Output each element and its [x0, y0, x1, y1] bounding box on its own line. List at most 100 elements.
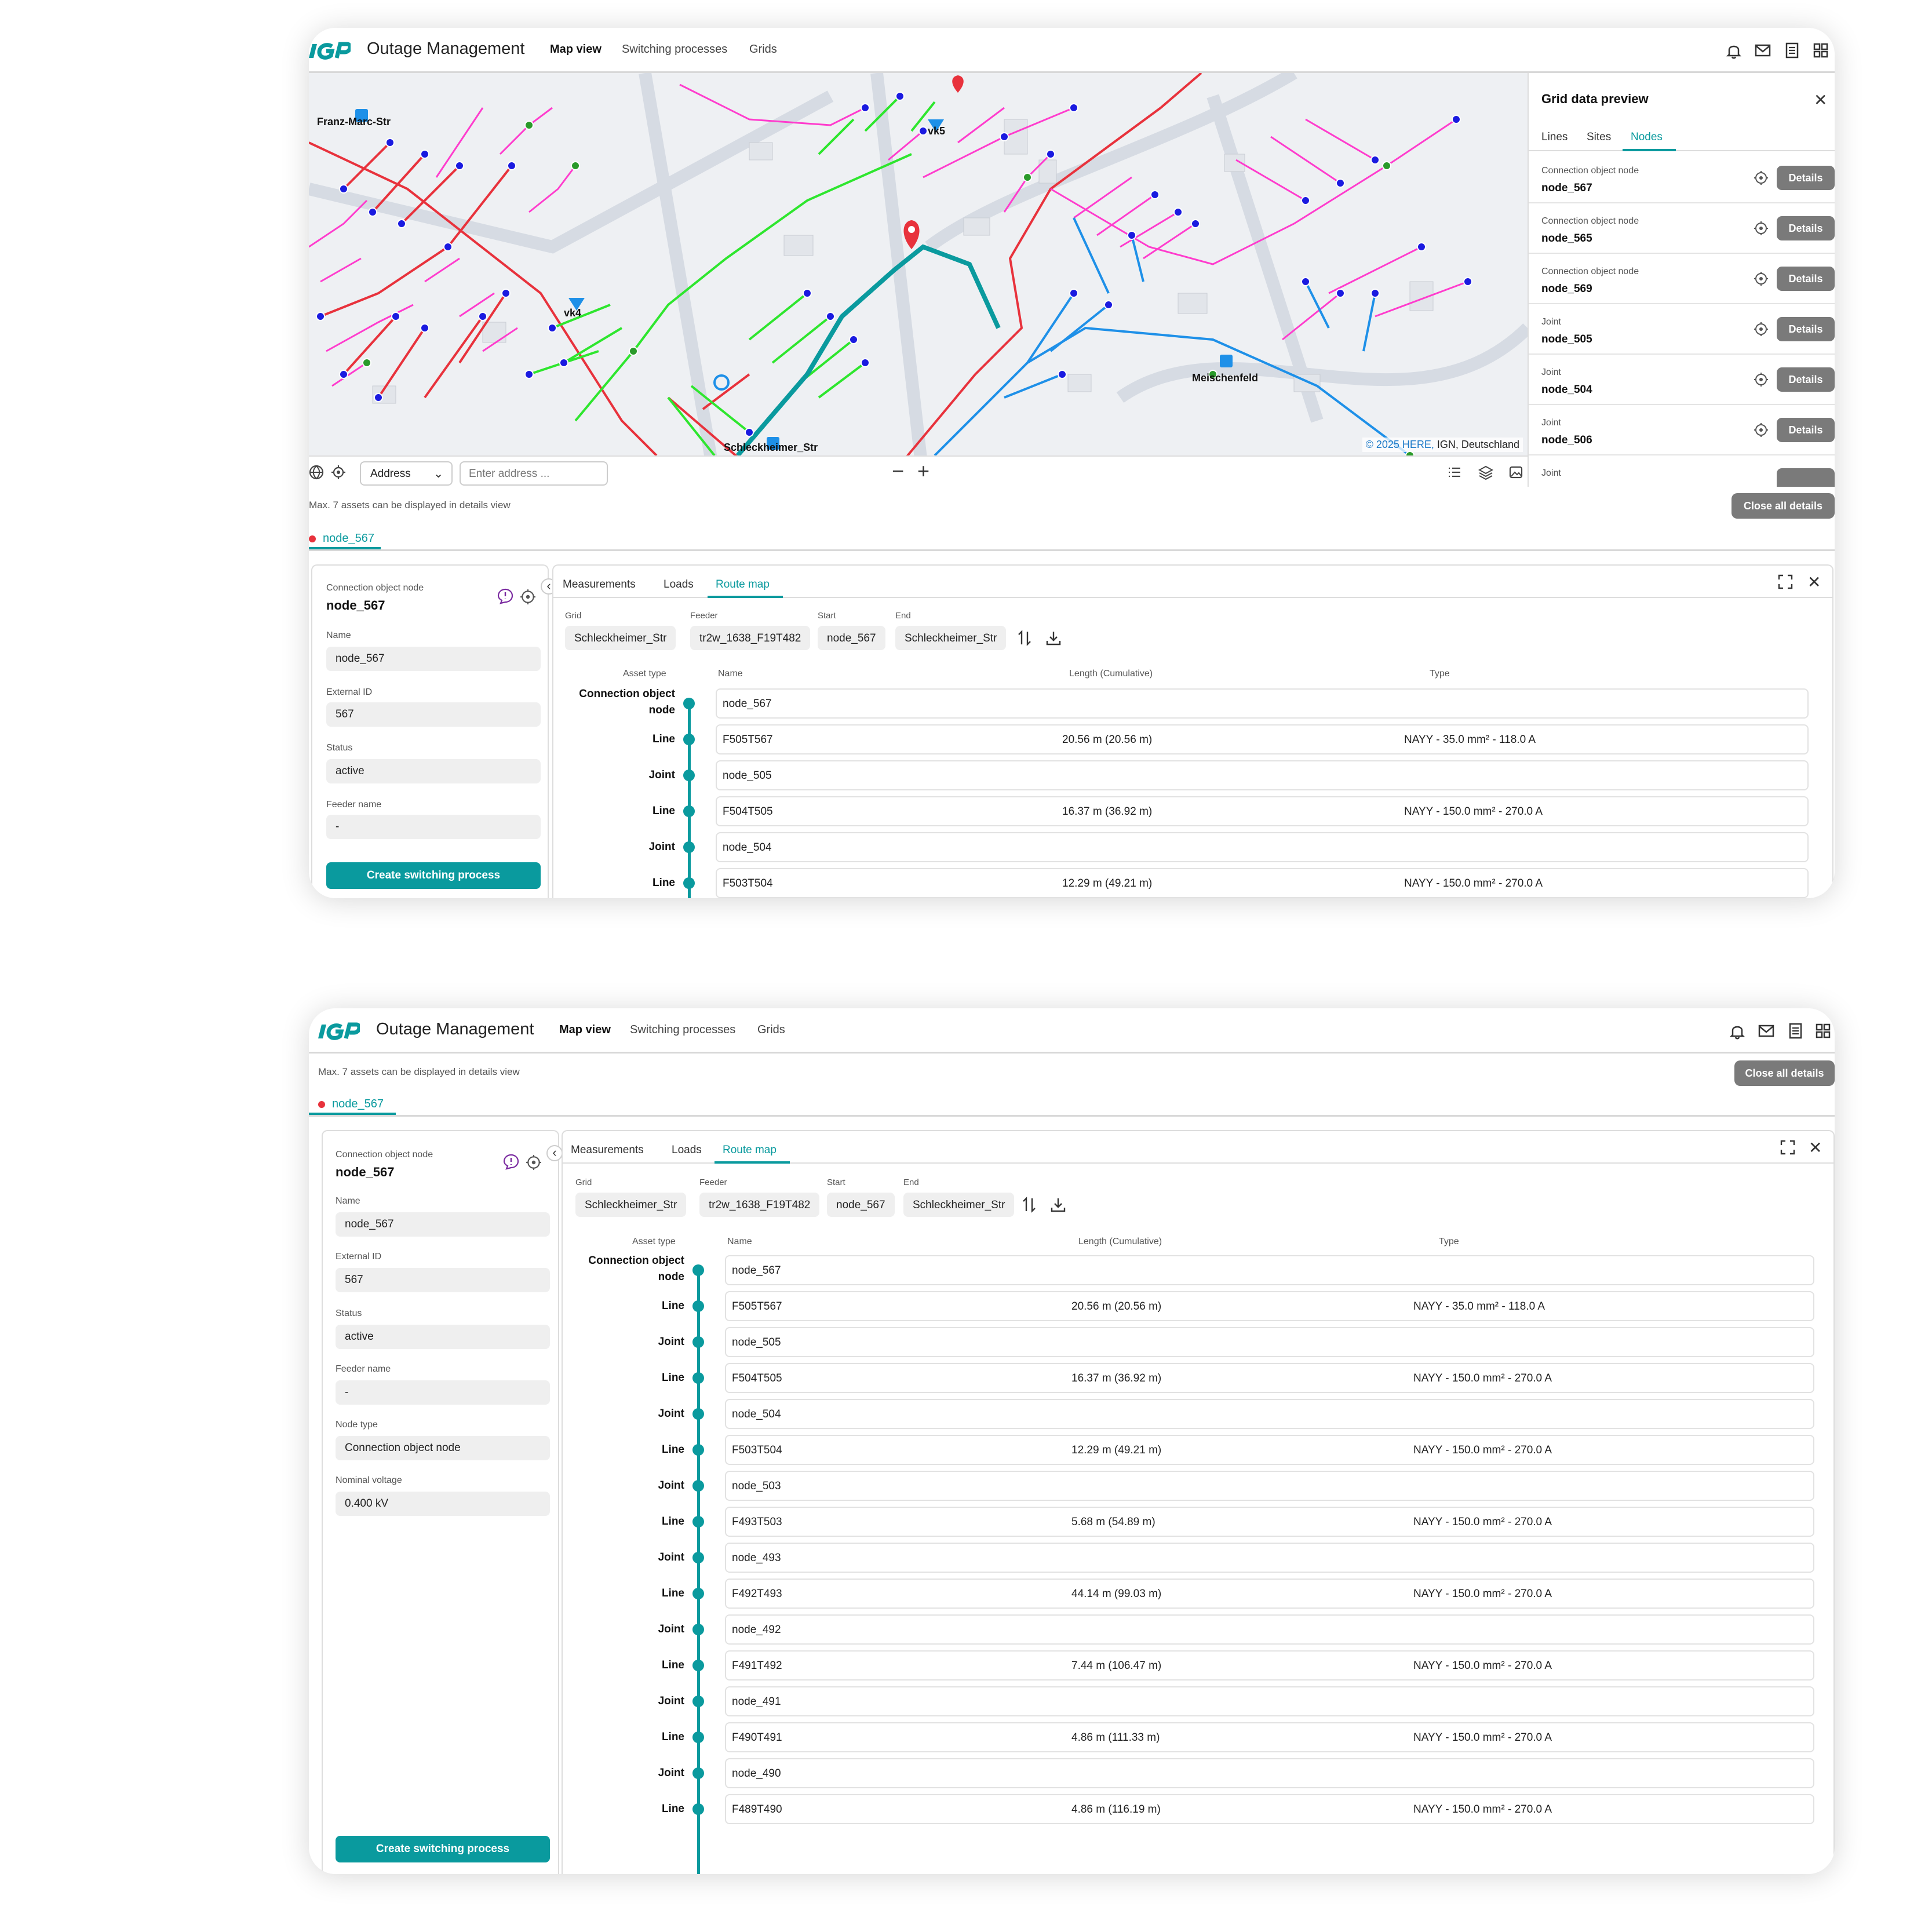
location-pin-icon[interactable]: [952, 75, 964, 93]
document-icon[interactable]: [1782, 41, 1802, 60]
end-filter-chip[interactable]: Schleckheimer_Str: [903, 1193, 1015, 1217]
tab-nodes[interactable]: Nodes: [1631, 131, 1663, 144]
details-button[interactable]: Details: [1777, 367, 1835, 392]
list-icon[interactable]: [1447, 465, 1462, 480]
feeder-filter-chip[interactable]: tr2w_1638_F19T482: [699, 1193, 820, 1217]
collapse-chevron-left-icon[interactable]: ‹: [546, 1145, 563, 1161]
apps-grid-icon[interactable]: [1813, 1021, 1833, 1041]
target-icon[interactable]: [1754, 372, 1769, 387]
image-icon[interactable]: [1508, 465, 1523, 480]
feeder-filter-chip[interactable]: tr2w_1638_F19T482: [690, 626, 811, 650]
grid-map[interactable]: Franz-Marc-Str vk5 vk4 Meischenfeld Schl…: [309, 73, 1528, 455]
details-button[interactable]: Details: [1777, 166, 1835, 190]
nav-grids[interactable]: Grids: [749, 43, 777, 56]
close-icon[interactable]: ✕: [1814, 90, 1827, 110]
route-item-box[interactable]: F490T491 4.86 m (111.33 m) NAYY - 150.0 mm…: [725, 1722, 1814, 1752]
nav-map-view[interactable]: Map view: [550, 43, 602, 56]
route-item-box[interactable]: node_490: [725, 1758, 1814, 1788]
route-item-box[interactable]: F505T567 20.56 m (20.56 m) NAYY - 35.0 mm²…: [716, 724, 1809, 754]
close-icon[interactable]: ✕: [1807, 573, 1821, 592]
target-icon[interactable]: [1754, 170, 1769, 185]
details-button[interactable]: Details: [1777, 418, 1835, 442]
route-item-box[interactable]: node_491: [725, 1686, 1814, 1716]
tab-route-map[interactable]: Route map: [716, 578, 770, 591]
zoom-in-button[interactable]: +: [917, 459, 929, 483]
close-all-details-button[interactable]: Close all details: [1734, 1060, 1835, 1086]
end-filter-chip[interactable]: Schleckheimer_Str: [895, 626, 1007, 650]
details-button[interactable]: Details: [1777, 216, 1835, 240]
target-icon[interactable]: [520, 589, 536, 605]
open-detail-tab[interactable]: node_567: [318, 1098, 384, 1111]
create-switching-process-button[interactable]: Create switching process: [326, 862, 541, 889]
route-item-box[interactable]: node_493: [725, 1543, 1814, 1573]
details-button[interactable]: [1777, 468, 1835, 487]
route-item-box[interactable]: node_504: [725, 1399, 1814, 1429]
route-item-box[interactable]: node_567: [716, 688, 1809, 719]
details-button[interactable]: Details: [1777, 317, 1835, 341]
target-icon[interactable]: [1754, 422, 1769, 438]
swap-icon[interactable]: [1016, 629, 1033, 647]
route-item-box[interactable]: node_503: [725, 1471, 1814, 1501]
download-icon[interactable]: [1049, 1196, 1067, 1213]
route-item-box[interactable]: node_492: [725, 1614, 1814, 1645]
mail-icon[interactable]: [1753, 41, 1773, 60]
route-item-box[interactable]: F505T567 20.56 m (20.56 m) NAYY - 35.0 mm²…: [725, 1291, 1814, 1321]
tab-measurements[interactable]: Measurements: [571, 1144, 644, 1157]
route-item-box[interactable]: node_505: [716, 760, 1809, 790]
tab-loads[interactable]: Loads: [664, 578, 694, 591]
details-button[interactable]: Details: [1777, 267, 1835, 291]
apps-grid-icon[interactable]: [1811, 41, 1831, 60]
location-pin-icon[interactable]: [903, 220, 920, 249]
route-item-box[interactable]: F489T490 4.86 m (116.19 m) NAYY - 150.0 mm…: [725, 1794, 1814, 1824]
download-icon[interactable]: [1045, 629, 1062, 647]
nav-map-view[interactable]: Map view: [559, 1023, 611, 1037]
address-type-select[interactable]: Address ⌄: [360, 461, 453, 486]
route-item-box[interactable]: node_504: [716, 832, 1809, 862]
mail-icon[interactable]: [1756, 1021, 1776, 1041]
close-icon[interactable]: ✕: [1809, 1138, 1822, 1157]
route-item-box[interactable]: F504T505 16.37 m (36.92 m) NAYY - 150.0 mm…: [716, 796, 1809, 826]
nav-switching-processes[interactable]: Switching processes: [630, 1023, 735, 1037]
route-item-box[interactable]: F503T504 12.29 m (49.21 m) NAYY - 150.0 mm…: [725, 1435, 1814, 1465]
route-item-box[interactable]: F493T503 5.68 m (54.89 m) NAYY - 150.0 mm²…: [725, 1507, 1814, 1537]
grid-map-canvas[interactable]: Franz-Marc-Str vk5 vk4 Meischenfeld Schl…: [309, 73, 1528, 455]
route-item-box[interactable]: F492T493 44.14 m (99.03 m) NAYY - 150.0 mm…: [725, 1579, 1814, 1609]
route-item-box[interactable]: node_505: [725, 1327, 1814, 1357]
open-detail-tab[interactable]: node_567: [309, 532, 374, 545]
create-switching-process-button[interactable]: Create switching process: [336, 1836, 550, 1862]
globe-icon[interactable]: [309, 465, 324, 480]
route-item-box[interactable]: F503T504 12.29 m (49.21 m) NAYY - 150.0 mm…: [716, 868, 1809, 898]
tab-loads[interactable]: Loads: [672, 1144, 702, 1157]
route-item-box[interactable]: node_567: [725, 1255, 1814, 1285]
filter-label: End: [895, 611, 911, 621]
start-filter-chip[interactable]: node_567: [827, 1193, 895, 1217]
nav-switching-processes[interactable]: Switching processes: [622, 43, 727, 56]
tab-route-map[interactable]: Route map: [723, 1144, 777, 1157]
address-search-input[interactable]: Enter address ...: [460, 461, 608, 486]
swap-icon[interactable]: [1020, 1196, 1038, 1213]
target-icon[interactable]: [1754, 221, 1769, 236]
layers-icon[interactable]: [1478, 465, 1493, 480]
target-icon[interactable]: [1754, 271, 1769, 286]
zoom-out-button[interactable]: −: [892, 459, 904, 483]
locate-icon[interactable]: [331, 465, 346, 480]
grid-filter-chip[interactable]: Schleckheimer_Str: [565, 626, 676, 650]
start-filter-chip[interactable]: node_567: [818, 626, 885, 650]
bell-icon[interactable]: [1727, 1021, 1747, 1041]
tab-measurements[interactable]: Measurements: [563, 578, 636, 591]
tab-sites[interactable]: Sites: [1587, 131, 1611, 144]
grid-filter-chip[interactable]: Schleckheimer_Str: [575, 1193, 687, 1217]
comment-alert-icon[interactable]: [497, 588, 514, 605]
comment-alert-icon[interactable]: [502, 1153, 520, 1171]
route-item-box[interactable]: F504T505 16.37 m (36.92 m) NAYY - 150.0 mm…: [725, 1363, 1814, 1393]
target-icon[interactable]: [526, 1154, 542, 1171]
bell-icon[interactable]: [1724, 41, 1744, 60]
route-item-box[interactable]: F491T492 7.44 m (106.47 m) NAYY - 150.0 mm…: [725, 1650, 1814, 1681]
nav-grids[interactable]: Grids: [757, 1023, 785, 1037]
expand-icon[interactable]: [1777, 574, 1794, 590]
document-icon[interactable]: [1785, 1021, 1805, 1041]
tab-lines[interactable]: Lines: [1541, 131, 1568, 144]
target-icon[interactable]: [1754, 322, 1769, 337]
expand-icon[interactable]: [1780, 1139, 1796, 1155]
close-all-details-button[interactable]: Close all details: [1731, 493, 1835, 519]
